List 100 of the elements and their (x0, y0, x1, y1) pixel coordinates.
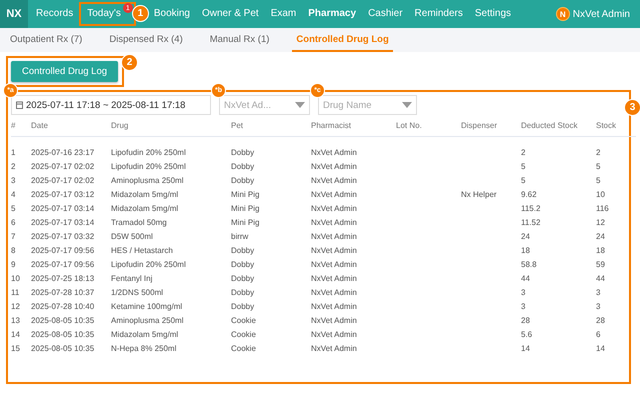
table-cell: 2025-07-16 23:17 (31, 136, 111, 159)
table-cell-text: 59 (596, 258, 606, 270)
table-cell: 24 (521, 229, 596, 243)
table-cell: 58.8 (521, 257, 596, 271)
table-cell: 5 (521, 159, 596, 173)
column-header: Lot No. (396, 119, 461, 136)
table-cell-text: NxVet Admin (311, 286, 358, 298)
table-cell: 15 (11, 341, 31, 355)
table-cell-text: 12 (596, 216, 606, 228)
select-value: NxVet Ad... (224, 100, 271, 110)
date-range-value: 2025-07-11 17:18 ~ 2025-08-11 17:18 (26, 100, 186, 110)
table-cell-text: D5W 500ml (111, 230, 154, 242)
nav-tab[interactable]: Pharmacy (302, 0, 362, 28)
table-cell: 14 (11, 327, 31, 341)
user-name[interactable]: NxVet Admin (572, 8, 630, 20)
table-cell-text: birrw (231, 230, 250, 242)
table-cell: N-Hepa 8% 250ml (111, 341, 231, 355)
column-header: Pet (231, 119, 311, 136)
table-cell-text: 2025-07-17 09:56 (31, 258, 96, 270)
table-cell-text: Lipofudin 20% 250ml (111, 160, 187, 173)
table-cell-text: 14 (596, 342, 606, 354)
app-logo[interactable]: NX (0, 0, 28, 28)
table-cell: Dobby (231, 136, 311, 159)
table-cell-text: 5 (596, 160, 602, 172)
table-cell-text: 2025-07-17 02:02 (31, 160, 96, 172)
table-cell-text: NxVet Admin (311, 342, 358, 354)
nav-tab[interactable]: Cashier (362, 0, 409, 28)
table-cell-text: NxVet Admin (311, 202, 358, 214)
nav-tab[interactable]: Booking (148, 0, 196, 28)
table-cell: Midazolam 5mg/ml (111, 327, 231, 341)
table-cell: 13 (11, 313, 31, 327)
table-cell-text: NxVet Admin (311, 300, 358, 312)
table-cell-text: Mini Pig (231, 216, 260, 229)
column-header: Pharmacist (311, 119, 396, 136)
table-cell-text: 115.2 (521, 202, 542, 214)
callout-marker: 3 (624, 99, 640, 116)
table-cell-text: Dobby (231, 300, 256, 313)
user-avatar[interactable]: N (556, 7, 570, 21)
table-cell: 3 (521, 285, 596, 299)
table-cell-text: NxVet Admin (311, 244, 358, 256)
table-cell: 2025-08-05 10:35 (31, 313, 111, 327)
table-cell-text: Cookie (231, 328, 257, 340)
table-cell-text: 2025-07-28 10:40 (31, 300, 96, 312)
table-cell-text: 18 (521, 244, 531, 256)
table-cell-text: Tramadol 50mg (111, 216, 168, 229)
nav-tab[interactable]: Owner & Pet (196, 0, 265, 28)
table-cell: 10 (11, 271, 31, 285)
sub-tab[interactable]: Outpatient Rx (7) (6, 28, 86, 52)
nav-tab[interactable]: Settings (468, 0, 518, 28)
table-cell-text: Dobby (231, 174, 256, 187)
table-cell-text: 14 (521, 342, 531, 354)
sub-tab[interactable]: Manual Rx (1) (206, 28, 274, 52)
table-cell-text: 1/2DNS 500ml (111, 286, 164, 298)
table-cell-text: NxVet Admin (311, 272, 358, 284)
table-cell-text: Mini Pig (231, 188, 260, 201)
table-cell-text: 3 (596, 286, 602, 298)
nav-tab[interactable]: Records (30, 0, 80, 28)
select-placeholder: Drug Name (323, 100, 372, 110)
table-cell: 3 (11, 173, 31, 187)
table-cell-text: 11.52 (521, 216, 542, 228)
date-range-field[interactable]: 2025-07-11 17:18 ~ 2025-08-11 17:18 (11, 95, 211, 115)
table-cell: 6 (11, 215, 31, 229)
pharmacist-select[interactable]: NxVet Ad... (219, 95, 310, 115)
table-cell: 1 (11, 136, 31, 159)
nav-tab[interactable]: Exam (264, 0, 302, 28)
table-cell-text: Dobby (231, 160, 256, 173)
table-cell-text: Aminoplusma 250ml (111, 174, 184, 187)
table-cell-text: Dobby (231, 244, 256, 257)
nav-tab[interactable]: Reminders (408, 0, 469, 28)
sub-tab[interactable]: Controlled Drug Log (292, 28, 393, 52)
table-cell-text: 2025-07-25 18:13 (31, 272, 96, 284)
table-cell-text: 6 (596, 328, 602, 340)
table-cell: 5 (11, 201, 31, 215)
table-cell-text: 24 (596, 230, 606, 242)
sub-tab[interactable]: Dispensed Rx (4) (105, 28, 187, 52)
table-cell-text: NxVet Admin (311, 230, 358, 242)
table-cell: Lipofudin 20% 250ml (111, 136, 231, 159)
table-cell-text: 28 (596, 314, 606, 326)
table-cell: 2025-07-17 03:14 (31, 215, 111, 229)
table-cell: 2 (596, 136, 636, 159)
table-cell: 2 (521, 136, 596, 159)
table-cell: Aminoplusma 250ml (111, 313, 231, 327)
table-cell: 7 (11, 229, 31, 243)
table-cell-text: Midazolam 5mg/ml (111, 188, 180, 201)
drug-name-select[interactable]: Drug Name (318, 95, 417, 115)
table-cell-text: HES / Hetastarch (111, 244, 174, 256)
log-button[interactable]: Controlled Drug Log (11, 61, 118, 82)
table-cell-text: 10 (596, 188, 606, 200)
table-cell-text: 2025-08-05 10:35 (31, 328, 96, 340)
table-cell: 12 (11, 299, 31, 313)
nav-tab[interactable]: Today's (87, 4, 121, 24)
table-cell-text: 44 (596, 272, 606, 284)
table-cell-text: NxVet Admin (311, 314, 358, 326)
table-cell: 44 (521, 271, 596, 285)
table-cell-text: Mini Pig (231, 202, 260, 215)
table-cell-text: 2025-08-05 10:35 (31, 342, 96, 354)
table-cell-text: NxVet Admin (311, 188, 358, 200)
table-cell-text: NxVet Admin (311, 328, 358, 340)
table-cell-text: Dobby (231, 258, 256, 271)
table-cell-text: 2025-07-28 10:37 (31, 286, 96, 298)
